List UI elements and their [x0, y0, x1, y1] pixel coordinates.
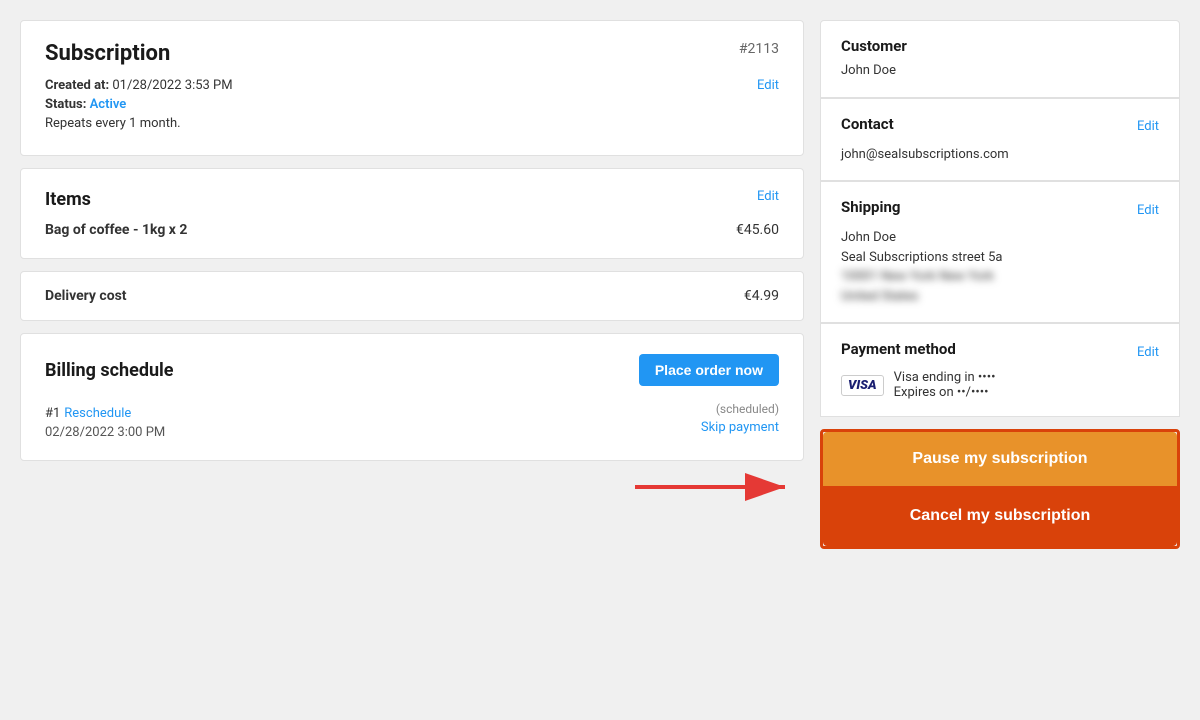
status-row: Status: Active: [45, 97, 233, 112]
billing-schedule-row: #1 Reschedule 02/28/2022 3:00 PM (schedu…: [45, 402, 779, 440]
items-title: Items: [45, 189, 91, 210]
visa-badge: VISA: [841, 375, 884, 396]
payment-title: Payment method: [841, 340, 956, 358]
contact-title: Contact: [841, 115, 894, 133]
payment-card: Payment method Edit VISA Visa ending in …: [820, 323, 1180, 417]
customer-card: Customer John Doe: [820, 20, 1180, 98]
action-section: Pause my subscription Cancel my subscrip…: [820, 429, 1180, 549]
customer-title: Customer: [841, 37, 1159, 55]
shipping-city: 10001 New York New York: [841, 267, 1159, 287]
contact-edit-link[interactable]: Edit: [1137, 119, 1159, 134]
subscription-number: #2113: [739, 41, 779, 57]
contact-card: Contact Edit john@sealsubscriptions.com: [820, 98, 1180, 182]
delivery-price: €4.99: [744, 288, 779, 304]
shipping-country: United States: [841, 287, 1159, 307]
shipping-title: Shipping: [841, 198, 900, 216]
visa-row: VISA Visa ending in •••• Expires on ••/•…: [841, 370, 1159, 400]
scheduled-text: (scheduled): [716, 402, 779, 416]
billing-card: Billing schedule Place order now #1 Resc…: [20, 333, 804, 461]
subscription-edit-link[interactable]: Edit: [757, 78, 779, 93]
contact-email: john@sealsubscriptions.com: [841, 145, 1159, 165]
item-name: Bag of coffee - 1kg x 2: [45, 222, 187, 238]
skip-payment-link[interactable]: Skip payment: [701, 420, 779, 435]
items-edit-link[interactable]: Edit: [757, 189, 779, 204]
right-column: Customer John Doe Contact Edit john@seal…: [820, 20, 1180, 549]
payment-edit-link[interactable]: Edit: [1137, 345, 1159, 360]
item-row: Bag of coffee - 1kg x 2 €45.60: [45, 222, 779, 238]
delivery-card: Delivery cost €4.99: [20, 271, 804, 321]
billing-title: Billing schedule: [45, 360, 174, 381]
red-arrow-icon: [625, 457, 805, 517]
highlight-box: Pause my subscription Cancel my subscrip…: [820, 429, 1180, 549]
customer-name: John Doe: [841, 61, 1159, 81]
shipping-edit-link[interactable]: Edit: [1137, 203, 1159, 218]
billing-date: 02/28/2022 3:00 PM: [45, 425, 165, 440]
shipping-card: Shipping Edit John Doe Seal Subscription…: [820, 181, 1180, 323]
subscription-card: Subscription #2113 Created at: 01/28/202…: [20, 20, 804, 156]
repeats-row: Repeats every 1 month.: [45, 116, 233, 131]
billing-entry: #1 Reschedule: [45, 402, 165, 421]
subscription-title: Subscription: [45, 41, 170, 66]
reschedule-link[interactable]: Reschedule: [64, 406, 131, 421]
delivery-label: Delivery cost: [45, 288, 127, 304]
cancel-subscription-button[interactable]: Cancel my subscription: [823, 486, 1177, 546]
pause-subscription-button[interactable]: Pause my subscription: [823, 432, 1177, 486]
shipping-name: John Doe: [841, 228, 1159, 248]
items-card: Items Edit Bag of coffee - 1kg x 2 €45.6…: [20, 168, 804, 259]
created-at-row: Created at: 01/28/2022 3:53 PM: [45, 78, 233, 93]
item-price: €45.60: [736, 222, 779, 238]
visa-ending: Visa ending in ••••: [894, 370, 996, 385]
shipping-street: Seal Subscriptions street 5a: [841, 248, 1159, 268]
status-value: Active: [90, 97, 127, 112]
visa-expires: Expires on ••/••••: [894, 385, 996, 400]
place-order-button[interactable]: Place order now: [639, 354, 779, 386]
